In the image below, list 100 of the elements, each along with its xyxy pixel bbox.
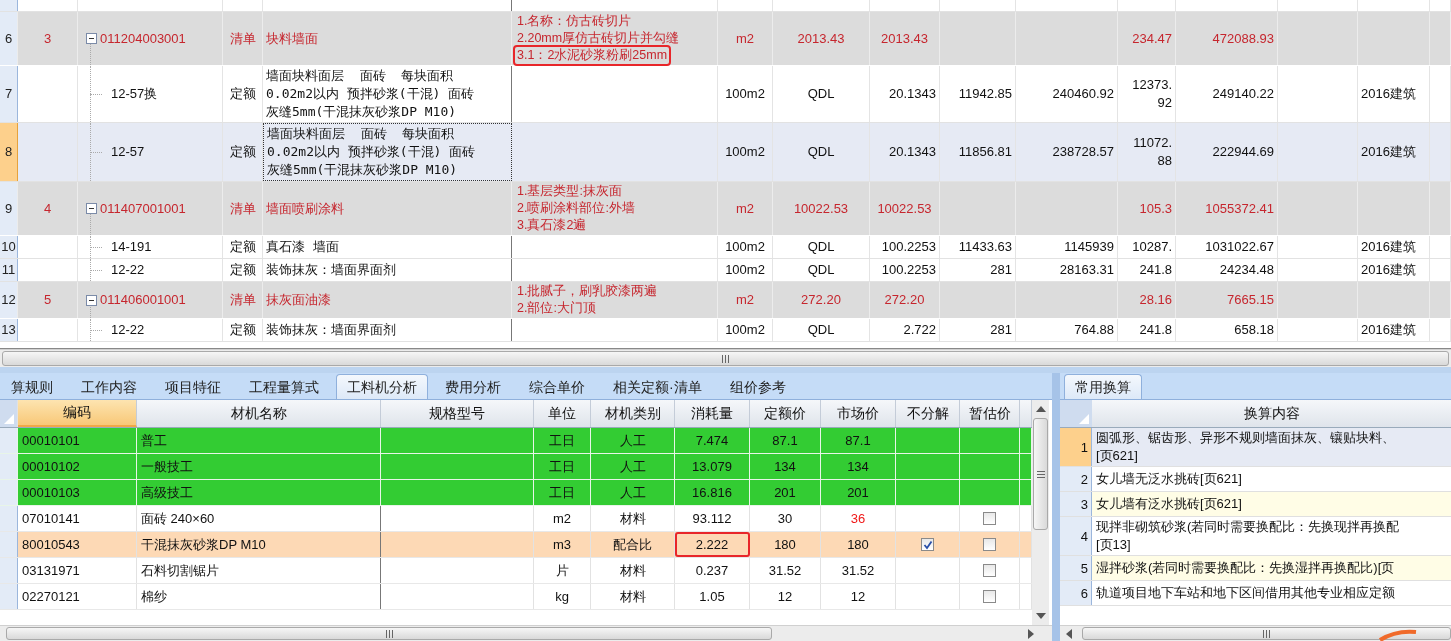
table-cell: 281 [940,319,1016,341]
scroll-up-icon[interactable] [1035,406,1046,412]
column-header[interactable]: 材机类别 [591,400,675,427]
table-row[interactable]: 00010102 一般技工 工日 人工 13.079 134 134 [0,454,1032,480]
checkbox[interactable] [983,564,996,577]
horizontal-scrollbar[interactable] [0,625,1052,641]
table-cell: 658.18 [1176,319,1278,341]
conversion-text[interactable]: 轨道项目地下车站和地下区间借用其他专业相应定额 [1096,584,1395,602]
column-header[interactable]: 不分解 [896,400,960,427]
column-header[interactable]: 消耗量 [675,400,750,427]
table-cell: m2 [718,182,773,235]
feature-line: 1.基层类型:抹灰面 [516,183,623,200]
conversion-text[interactable]: [页621] [1096,447,1138,465]
table-cell: 100.2253 [870,236,940,258]
item-code: 14-191 [111,238,152,256]
table-row[interactable]: 00010103 高级技工 工日 人工 16.816 201 201 [0,480,1032,506]
conversion-text[interactable]: [页13] [1096,536,1131,554]
checkbox[interactable] [921,538,934,551]
table-cell: 11072. 88 [1118,123,1176,181]
tab[interactable]: 算规则 [0,374,64,399]
feature-line: 1.批腻子，刷乳胶漆两遍 [516,283,659,300]
table-row[interactable]: 07010141 面砖 240×60 m2 材料 93.112 30 36 [0,506,1032,532]
table-cell: 28163.31 [1016,259,1118,281]
row-header[interactable]: 7 [0,66,18,122]
column-header[interactable]: 定额价 [750,400,821,427]
row-header[interactable]: 8 [0,123,18,181]
row-header[interactable]: 12 [0,282,18,318]
tab[interactable]: 综合单价 [518,374,596,399]
table-cell: 2016建筑 [1358,236,1430,258]
vertical-scrollbar[interactable] [1032,400,1049,625]
item-code: 12-22 [111,261,145,279]
conversion-text[interactable]: 现拌非砌筑砂浆(若同时需要换配比：先换现拌再换配 [1096,518,1400,536]
table-row[interactable]: 02270121 棉纱 kg 材料 1.05 12 12 [0,584,1032,610]
table-cell: 472088.93 [1176,12,1278,65]
conversion-text[interactable]: 圆弧形、锯齿形、异形不规则墙面抹灰、镶贴块料、 [1096,429,1395,447]
table-cell: 272.20 [773,282,870,318]
column-header[interactable]: 规格型号 [381,400,534,427]
row-header[interactable]: 11 [0,259,18,281]
checkbox[interactable] [983,590,996,603]
tab[interactable]: 工作内容 [70,374,148,399]
row-header[interactable]: 5 [1060,556,1092,580]
item-code: 12-57 [111,143,145,161]
row-header[interactable]: 1 [1060,428,1092,466]
row-header[interactable]: 2 [1060,467,1092,491]
row-header[interactable]: 6 [0,12,18,65]
checkbox[interactable] [983,512,996,525]
horizontal-scrollbar[interactable] [1060,625,1451,641]
table-row[interactable]: 03131971 石料切割锯片 片 材料 0.237 31.52 31.52 [0,558,1032,584]
table-cell: QDL [773,66,870,122]
table-cell: 清单 [223,282,263,318]
row-header[interactable]: 6 [1060,581,1092,605]
table-row[interactable]: 00010101 普工 工日 人工 7.474 87.1 87.1 [0,428,1032,454]
table-cell: 11856.81 [940,123,1016,181]
table-row[interactable]: 80010543 干混抹灰砂浆DP M10 m3 配合比 2.222 180 180 [0,532,1032,558]
row-header[interactable]: 13 [0,319,18,341]
scroll-down-icon[interactable] [1035,613,1046,619]
scrollbar-thumb[interactable] [1033,418,1048,530]
column-header[interactable]: 材机名称 [137,400,381,427]
table-cell: QDL [773,123,870,181]
scroll-left-icon[interactable] [1066,629,1072,639]
table-cell: 12 [750,584,821,609]
row-header[interactable]: 3 [1060,492,1092,516]
tab[interactable]: 费用分析 [434,374,512,399]
row-header[interactable]: 10 [0,236,18,258]
table-cell: 3 [18,12,78,65]
table-cell: 7.474 [675,428,750,453]
scrollbar-thumb[interactable] [6,627,772,640]
table-cell: 装饰抹灰：墙面界面剂 [263,259,512,281]
table-cell: m2 [534,506,591,531]
column-header[interactable]: 编码 [18,400,137,427]
tab[interactable]: 工程量算式 [238,374,330,399]
column-header[interactable]: 暂估价 [960,400,1020,427]
table-cell: 11942.85 [940,66,1016,122]
table-cell: 28.16 [1118,282,1176,318]
conversion-text[interactable]: 女儿墙无泛水挑砖[页621] [1096,470,1242,488]
conversion-text[interactable]: 湿拌砂浆(若同时需要换配比：先换湿拌再换配比)[页 [1096,559,1395,577]
tab[interactable]: 项目特征 [154,374,232,399]
checkbox[interactable] [983,538,996,551]
row-header[interactable]: 4 [1060,517,1092,555]
collapse-icon[interactable] [86,203,97,214]
collapse-icon[interactable] [86,294,97,306]
tab[interactable]: 组价参考 [718,374,797,399]
scroll-right-icon[interactable] [1028,629,1034,639]
table-cell: 00010101 [18,428,137,453]
tab[interactable]: 常用换算 [1064,374,1142,399]
row-header[interactable] [0,0,18,11]
item-code: 011204003001 [100,29,186,48]
tab[interactable]: 工料机分析 [336,374,428,399]
tab[interactable]: 相关定额·清单 [602,374,713,399]
scrollbar-thumb[interactable] [1082,627,1451,640]
row-header[interactable]: 9 [0,182,18,235]
table-cell: 238728.57 [1016,123,1118,181]
table-cell: 87.1 [750,428,821,453]
collapse-icon[interactable] [86,33,97,44]
column-header[interactable]: 市场价 [821,400,896,427]
column-header[interactable]: 单位 [534,400,591,427]
table-cell: 石料切割锯片 [137,558,381,583]
conversion-text[interactable]: 女儿墙有泛水挑砖[页621] [1096,495,1242,513]
item-code: 12-22 [111,321,145,339]
table-cell: 180 [750,532,821,557]
